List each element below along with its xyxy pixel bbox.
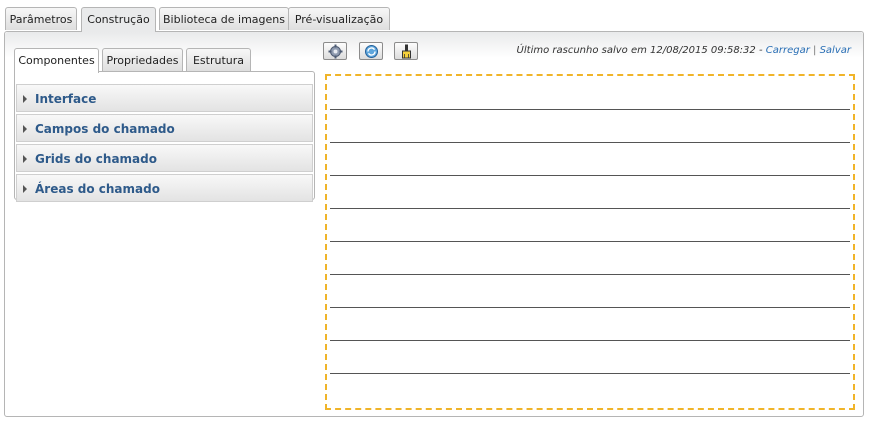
expand-arrow-icon	[23, 95, 27, 103]
brush-icon	[402, 44, 411, 59]
save-link[interactable]: Salvar	[820, 45, 851, 56]
accordion-item-campos-do-chamado[interactable]: Campos do chamado	[16, 114, 313, 142]
canvas-row-divider	[330, 109, 850, 110]
canvas-row-divider	[330, 175, 850, 176]
canvas-row-divider	[330, 307, 850, 308]
refresh-button[interactable]	[359, 42, 383, 60]
link-separator: |	[813, 45, 817, 56]
canvas-row-divider	[330, 142, 850, 143]
canvas-row-divider	[330, 241, 850, 242]
tab-estrutura[interactable]: Estrutura	[186, 48, 251, 71]
accordion-item-interface[interactable]: Interface	[16, 84, 313, 112]
accordion-item-label: Grids do chamado	[35, 152, 157, 166]
refresh-globe-icon	[365, 45, 378, 58]
tab-parametros[interactable]: Parâmetros	[5, 7, 77, 30]
brush-button[interactable]	[394, 42, 418, 60]
canvas-row-divider	[330, 340, 850, 341]
components-accordion: Interface Campos do chamado Grids do cha…	[14, 71, 315, 202]
accordion-item-areas-do-chamado[interactable]: Áreas do chamado	[16, 174, 313, 202]
tab-construcao[interactable]: Construção	[81, 7, 156, 32]
canvas-row-divider	[330, 274, 850, 275]
settings-button[interactable]	[323, 42, 347, 60]
tab-biblioteca-de-imagens[interactable]: Biblioteca de imagens	[159, 7, 289, 30]
accordion-item-grids-do-chamado[interactable]: Grids do chamado	[16, 144, 313, 172]
accordion-item-label: Interface	[35, 92, 97, 106]
draft-status-text: Último rascunho salvo em 12/08/2015 09:5…	[516, 45, 766, 56]
accordion-item-label: Campos do chamado	[35, 122, 175, 136]
tab-propriedades[interactable]: Propriedades	[102, 48, 183, 71]
tab-componentes[interactable]: Componentes	[14, 48, 99, 73]
expand-arrow-icon	[23, 155, 27, 163]
layout-canvas[interactable]	[325, 74, 855, 410]
tab-pre-visualizacao[interactable]: Pré-visualização	[288, 7, 390, 30]
load-link[interactable]: Carregar	[766, 45, 810, 56]
settings-gear-icon	[328, 44, 343, 59]
accordion-item-label: Áreas do chamado	[35, 182, 160, 196]
expand-arrow-icon	[23, 185, 27, 193]
canvas-row-divider	[330, 373, 850, 374]
expand-arrow-icon	[23, 125, 27, 133]
canvas-row-divider	[330, 208, 850, 209]
draft-status: Último rascunho salvo em 12/08/2015 09:5…	[517, 45, 851, 56]
